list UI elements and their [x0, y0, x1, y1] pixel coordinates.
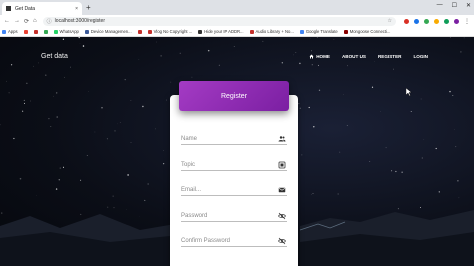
password-field-label: Password	[181, 213, 208, 219]
home-icon	[309, 54, 314, 59]
nav-login[interactable]: LOGIN	[413, 54, 428, 59]
bookmark-icon	[23, 29, 28, 34]
bookmark-label: Vlog No Copyright ...	[153, 29, 193, 34]
forward-icon[interactable]: →	[14, 18, 20, 24]
back-icon[interactable]: ←	[4, 18, 10, 24]
address-bar: ← → ⟳ ⌂ ⓘ localhost:3000/register ☆ ⋮	[0, 15, 474, 27]
bookmark-item[interactable]: Hide your IP ADDR...	[198, 29, 244, 34]
extension-icons: ⋮	[404, 18, 470, 25]
bookmark-item[interactable]	[33, 29, 38, 34]
bookmark-item[interactable]	[23, 29, 28, 34]
mouse-cursor-icon	[406, 88, 412, 96]
bookmark-item[interactable]: Google Translate	[299, 29, 338, 34]
site-nav: HOME ABOUT US REGISTER LOGIN	[309, 54, 428, 59]
page-background: Get data HOME ABOUT US REGISTER LOGIN Re…	[0, 37, 474, 266]
extension-icon[interactable]	[434, 18, 439, 24]
bookmark-item[interactable]	[137, 29, 142, 34]
bookmark-label: Device Managemen...	[90, 29, 132, 34]
topic-field-label: Topic	[181, 162, 196, 168]
nav-register[interactable]: REGISTER	[378, 54, 401, 59]
extension-icon[interactable]	[404, 18, 409, 24]
tab-favicon-icon	[6, 6, 11, 11]
nav-about-us[interactable]: ABOUT US	[342, 54, 366, 59]
people-icon	[278, 136, 286, 142]
email-field[interactable]: Email...	[181, 185, 287, 196]
star-icon[interactable]: ☆	[388, 18, 392, 24]
bookmark-icon	[147, 29, 152, 34]
bookmark-label: Hide your IP ADDR...	[204, 29, 244, 34]
menu-icon[interactable]: ⋮	[464, 18, 470, 25]
register-card-header: Register	[179, 81, 289, 111]
bookmark-icon	[198, 29, 203, 34]
name-field-label: Name	[181, 136, 198, 142]
new-tab-button[interactable]: +	[86, 3, 91, 13]
reload-icon[interactable]: ⟳	[24, 18, 29, 25]
bookmark-icon	[43, 29, 48, 34]
password-field[interactable]: Password	[181, 211, 287, 222]
browser-tab-bar: Get Data × + — ☐ ✕	[0, 0, 474, 15]
bookmark-icon	[299, 29, 304, 34]
bookmark-item[interactable]: WhatsApp	[53, 29, 79, 34]
url-input[interactable]: ⓘ localhost:3000/register ☆	[42, 16, 396, 26]
tab-close-icon[interactable]: ×	[75, 6, 78, 12]
confirm-password-field[interactable]: Confirm Password	[181, 236, 287, 247]
site-brand[interactable]: Get data	[41, 53, 68, 60]
bookmark-icon	[84, 29, 89, 34]
topic-icon	[278, 161, 286, 169]
browser-tab[interactable]: Get Data ×	[2, 2, 82, 15]
home-browser-icon[interactable]: ⌂	[33, 18, 37, 24]
minimize-button[interactable]: —	[437, 2, 443, 9]
bookmark-item[interactable]: Audio Library + No...	[249, 29, 294, 34]
visibility-off-icon[interactable]	[278, 212, 286, 220]
name-field[interactable]: Name	[181, 134, 287, 145]
bookmark-icon	[343, 29, 348, 34]
close-window-button[interactable]: ✕	[466, 2, 471, 9]
extension-icon[interactable]	[444, 18, 449, 24]
bookmark-item[interactable]: Mongoose Connecti...	[343, 29, 391, 34]
nav-home[interactable]: HOME	[309, 54, 330, 59]
bookmark-item[interactable]: Vlog No Copyright ...	[147, 29, 193, 34]
bookmark-icon	[249, 29, 254, 34]
profile-avatar[interactable]	[454, 18, 459, 24]
bookmarks-bar: Apps WhatsApp Device Managemen... Vlog No C…	[0, 27, 474, 37]
nav-home-label: HOME	[316, 54, 330, 59]
bookmark-label: Google Translate	[305, 29, 338, 34]
window-controls: — ☐ ✕	[437, 2, 471, 9]
email-field-label: Email...	[181, 187, 202, 193]
url-text: localhost:3000/register	[54, 18, 105, 24]
bookmark-label: Mongoose Connecti...	[349, 29, 391, 34]
bookmark-label: WhatsApp	[59, 29, 79, 34]
bookmark-icon	[33, 29, 38, 34]
bookmark-icon	[137, 29, 142, 34]
extension-icon[interactable]	[424, 18, 429, 24]
bookmark-item[interactable]	[43, 29, 48, 34]
visibility-off-icon[interactable]	[278, 237, 286, 245]
info-icon[interactable]: ⓘ	[47, 18, 52, 25]
topic-field[interactable]: Topic	[181, 160, 287, 171]
bookmark-icon	[53, 29, 58, 34]
bookmark-icon	[2, 29, 6, 34]
tab-title: Get Data	[15, 5, 36, 12]
bookmark-label: Audio Library + No...	[255, 29, 294, 34]
bookmark-item[interactable]: Apps	[2, 29, 18, 34]
confirm-password-field-label: Confirm Password	[181, 238, 231, 244]
bookmark-item[interactable]: Device Managemen...	[84, 29, 132, 34]
maximize-button[interactable]: ☐	[452, 2, 457, 9]
extension-icon[interactable]	[414, 18, 419, 24]
bookmark-label: Apps	[8, 29, 18, 34]
email-icon	[278, 187, 286, 193]
